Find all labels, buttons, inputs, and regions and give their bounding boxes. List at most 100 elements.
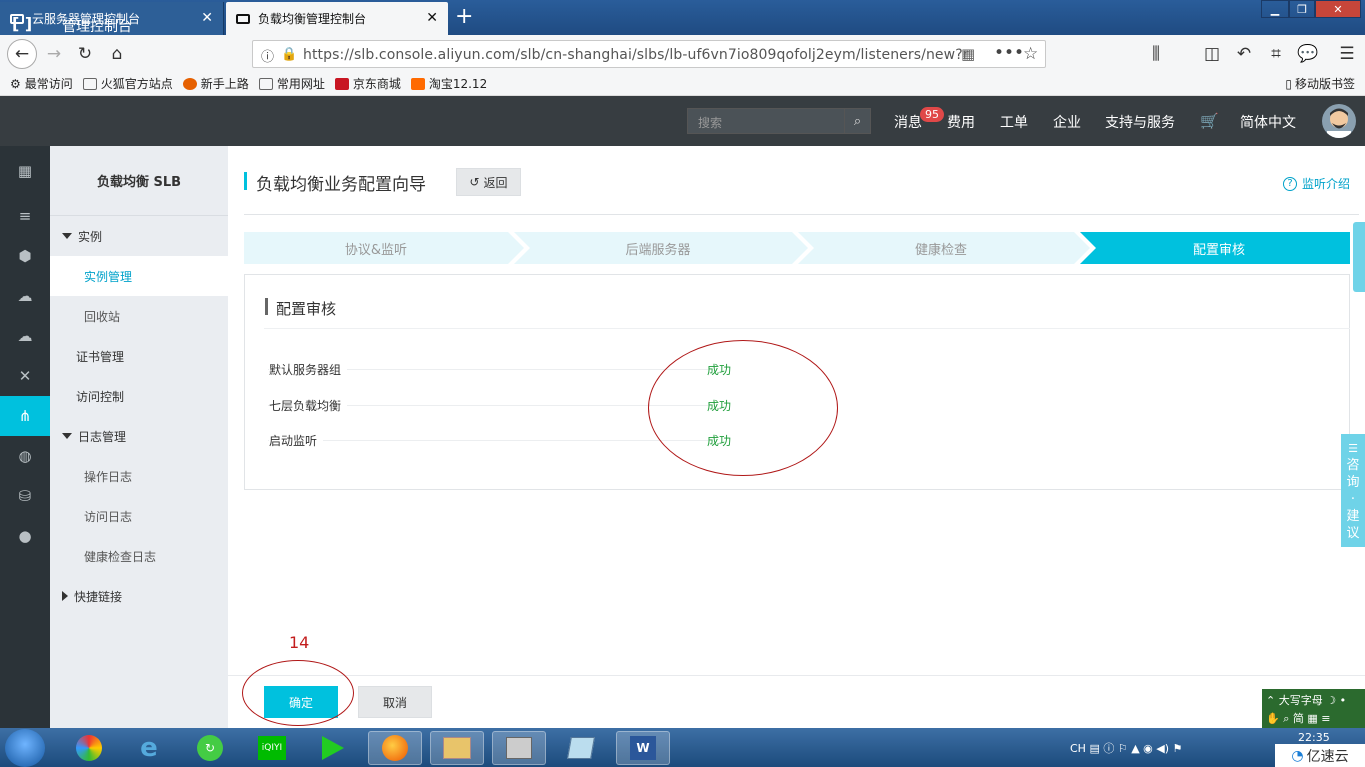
cart-icon[interactable]: 🛒 [1200,112,1219,130]
card-title: 配置审核 [276,300,337,318]
forward-arrow-icon[interactable]: → [41,41,67,67]
slb-icon[interactable]: ⋔ [0,396,50,436]
bookmark-taobao[interactable]: 淘宝12.12 [410,75,487,92]
avatar[interactable] [1322,104,1356,138]
network-icon[interactable]: ✕ [0,356,50,396]
watermark: ◔ 亿速云 [1275,744,1365,767]
home-icon[interactable]: ⌂ [104,41,130,67]
star-icon[interactable]: ☆ [1023,44,1038,64]
close-window-icon[interactable]: ✕ [1315,0,1361,18]
sidebar-icon[interactable]: ◫ [1199,41,1225,67]
question-icon: ? [1283,176,1297,191]
database-icon[interactable]: ⛁ [0,476,50,516]
taobao-icon [410,77,425,90]
side-nav-item-access-control[interactable]: 访问控制 [50,376,228,416]
chat-icon[interactable]: 💬 [1295,41,1321,67]
messages-link[interactable]: 消息 [894,112,922,132]
reload-icon[interactable]: ↻ [72,41,98,67]
row-leader-line [268,440,708,441]
system-tray[interactable]: CH ▤ ⓘ ⚐ ▲ ◉ ◀) ⚑ [1070,740,1182,756]
row-label-layer7: 七层负载均衡 [269,397,348,414]
bookmark-mobile[interactable]: ▯ 移动版书签 [1285,75,1355,92]
enterprise-link[interactable]: 企业 [1053,112,1081,132]
bookmark-firefox-site[interactable]: 火狐官方站点 [82,75,173,92]
side-nav-item-instance-manage[interactable]: 实例管理 [50,256,228,296]
help-link[interactable]: ? 监听介绍 [1283,175,1350,192]
undo-icon[interactable]: ↶ [1231,41,1257,67]
cloud-icon[interactable]: ☁ [0,276,50,316]
close-tab-icon[interactable]: ✕ [426,10,438,26]
side-nav-item-recycle[interactable]: 回收站 [50,296,228,336]
fees-link[interactable]: 费用 [947,112,975,132]
back-button[interactable]: ↺ 返回 [456,168,521,196]
cancel-button[interactable]: 取消 [358,686,432,718]
media-player-icon[interactable] [306,731,360,765]
picasa-icon[interactable] [62,731,116,765]
library-icon[interactable]: ⫼ [1143,41,1169,67]
explorer-icon[interactable] [430,731,484,765]
minimize-icon[interactable]: ▁ [1261,0,1289,18]
crop-icon[interactable]: ⌗ [1263,41,1289,67]
more-actions-icon[interactable]: ••• [994,43,1024,63]
language-switch[interactable]: 简体中文 [1240,112,1296,132]
tickets-link[interactable]: 工单 [1000,112,1028,132]
side-nav-item-certs[interactable]: 证书管理 [50,336,228,376]
refresh-app-icon[interactable]: ↻ [183,731,237,765]
start-button[interactable] [5,729,45,767]
right-edge-tab[interactable] [1353,222,1365,292]
search-input[interactable]: 搜索 ⌕ [687,108,871,134]
aliyun-tab-icon [236,13,250,24]
ie-icon[interactable]: e [122,731,176,765]
firefox-taskbar-icon[interactable] [368,731,422,765]
caret-down-icon [62,233,72,239]
feedback-button[interactable]: ☰ 咨 询 · 建 议 [1341,434,1365,547]
support-link[interactable]: 支持与服务 [1105,112,1175,132]
address-bar[interactable]: ⓘ 🔒 https://slb.console.aliyun.com/slb/c… [252,40,1046,68]
footer-divider [228,675,1365,676]
back-arrow-icon[interactable]: ← [7,39,37,69]
gear-icon: ⚙ [10,76,21,91]
step-protocol: 协议&监听 [344,242,408,258]
notes-icon[interactable] [554,731,608,765]
maximize-icon[interactable]: ❐ [1289,0,1315,18]
firefox-icon [182,77,197,90]
page-title: 负载均衡业务配置向导 [256,175,426,195]
search-icon[interactable]: ⌕ [844,109,870,133]
word-icon[interactable]: W [616,731,670,765]
clock[interactable]: 22:35 [1298,731,1330,744]
url-text[interactable]: https://slb.console.aliyun.com/slb/cn-sh… [303,47,983,63]
bookmark-getting-started[interactable]: 新手上路 [182,75,249,92]
globe-icon[interactable]: ◍ [0,436,50,476]
grid-icon[interactable]: ▦ [0,151,50,191]
lock-icon: 🔒 [281,47,298,62]
remote-desktop-icon[interactable] [492,731,546,765]
new-tab-icon[interactable]: + [455,4,473,29]
row-label-default-group: 默认服务器组 [269,361,348,378]
side-nav-group-instances[interactable]: 实例 [50,216,228,256]
close-tab-icon[interactable]: ✕ [201,10,213,26]
browser-tab-slb[interactable]: 负载均衡管理控制台 ✕ [226,2,448,35]
divider [244,214,1359,215]
qr-code-icon[interactable]: ▦ [961,45,975,63]
circle-icon[interactable]: ● [0,516,50,556]
side-nav-group-logs[interactable]: 日志管理 [50,416,228,456]
side-nav-item-access-log[interactable]: 访问日志 [50,496,228,536]
cloud-upload-icon[interactable]: ☁ [0,316,50,356]
list-icon[interactable]: ≡ [0,196,50,236]
card-divider [264,328,1350,329]
side-nav-group-quick-links[interactable]: 快捷链接 [50,576,228,616]
bookmark-jd[interactable]: 京东商城 [334,75,401,92]
ime-mode: ✋ ⌕ 简 ▦ ≡ [1266,712,1331,725]
aliyun-logo-icon[interactable]: [ ] [12,14,38,34]
bookmark-common-sites[interactable]: 常用网址 [258,75,325,92]
ime-toolbar[interactable]: ⌃ 大写字母 ☽ • ✋ ⌕ 简 ▦ ≡ [1262,689,1365,728]
menu-icon[interactable]: ☰ [1334,41,1360,67]
console-title[interactable]: 管理控制台 [62,16,132,36]
iqiyi-icon[interactable]: iQIYI [245,731,299,765]
info-icon[interactable]: ⓘ [261,46,274,65]
side-nav-item-op-log[interactable]: 操作日志 [50,456,228,496]
bookmark-most-visited[interactable]: ⚙ 最常访问 [10,75,73,92]
folder-icon [82,77,97,90]
shield-icon[interactable]: ⬢ [0,236,50,276]
side-nav-item-health-log[interactable]: 健康检查日志 [50,536,228,576]
